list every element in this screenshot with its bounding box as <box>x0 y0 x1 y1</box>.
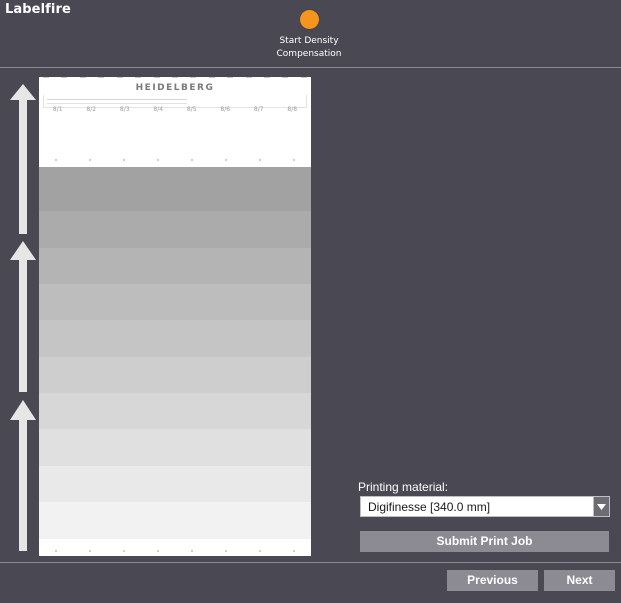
sheet-column-label: 8/8 <box>287 106 298 113</box>
sheet-column-labels: 8/1 8/2 8/3 8/4 8/5 8/6 8/7 8/8 <box>39 106 311 113</box>
previous-button[interactable]: Previous <box>447 570 538 591</box>
printing-material-select[interactable]: Digifinesse [340.0 mm] <box>360 496 610 517</box>
sheet-column-label: 8/6 <box>220 106 231 113</box>
density-patch <box>39 320 311 357</box>
density-patch <box>39 284 311 320</box>
sheet-column-label: 8/2 <box>86 106 97 113</box>
density-patch <box>39 429 311 466</box>
sheet-dot-row <box>39 159 311 161</box>
printing-material-value: Digifinesse [340.0 mm] <box>368 500 491 514</box>
sheet-ruler <box>39 77 311 81</box>
wizard-step-start-density-compensation: Start Density Compensation <box>268 10 350 61</box>
current-step-indicator <box>299 10 319 29</box>
sheet-column-label: 8/3 <box>119 106 130 113</box>
density-patch <box>39 393 311 429</box>
density-patch <box>39 211 311 248</box>
density-patch <box>39 167 311 211</box>
step-label: Start Density Compensation <box>276 36 342 59</box>
heidelberg-logo: HEIDELBERG <box>135 83 215 93</box>
density-patches <box>39 167 311 539</box>
density-patch <box>39 502 311 539</box>
submit-print-job-button[interactable]: Submit Print Job <box>360 531 609 552</box>
arrow-up-icon <box>10 241 36 392</box>
sheet-column-label: 8/1 <box>52 106 63 113</box>
footer-divider <box>0 562 621 563</box>
sheet-column-label: 8/5 <box>186 106 197 113</box>
dropdown-button[interactable] <box>593 497 609 516</box>
app-title: Labelfire <box>5 2 71 17</box>
arrow-up-icon <box>10 400 36 551</box>
sheet-info-line <box>47 99 187 104</box>
sheet-header: HEIDELBERG 8/1 8/2 8/3 8/4 8/5 8/6 8/7 8/8 <box>39 77 311 167</box>
sheet-dot-row <box>39 550 311 552</box>
test-sheet-preview: HEIDELBERG 8/1 8/2 8/3 8/4 8/5 8/6 8/7 8/8 <box>39 77 311 556</box>
chevron-down-icon <box>597 504 606 510</box>
density-patch <box>39 248 311 284</box>
sheet-column-label: 8/4 <box>153 106 164 113</box>
printing-material-label: Printing material: <box>358 480 449 494</box>
header-divider <box>0 67 621 68</box>
sheet-column-label: 8/7 <box>253 106 264 113</box>
next-button[interactable]: Next <box>544 570 615 591</box>
density-patch <box>39 357 311 393</box>
density-patch <box>39 466 311 502</box>
arrow-up-icon <box>10 84 36 234</box>
